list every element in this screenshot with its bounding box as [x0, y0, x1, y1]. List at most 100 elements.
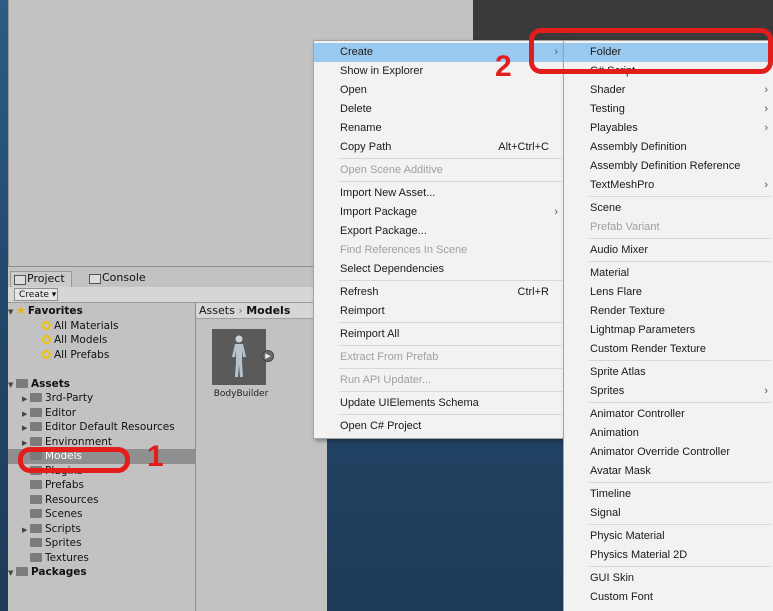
menu-item-reimport[interactable]: Reimport	[314, 302, 564, 321]
menu-item-label: Custom Render Texture	[590, 343, 706, 355]
menu-item-select-dependencies[interactable]: Select Dependencies	[314, 260, 564, 279]
submenu-item-custom-render-texture[interactable]: Custom Render Texture	[564, 340, 773, 359]
menu-item-copy-path[interactable]: Copy Path Alt+Ctrl+C	[314, 138, 564, 157]
search-icon	[42, 320, 51, 330]
submenu-item-assembly-definition[interactable]: Assembly Definition	[564, 138, 773, 157]
expand-arrow-icon[interactable]: ▼	[8, 305, 16, 319]
menu-item-label: Export Package...	[340, 225, 427, 237]
tree-item-label: Packages	[31, 566, 87, 578]
submenu-item-animation[interactable]: Animation	[564, 424, 773, 443]
menu-item-create[interactable]: Create ›	[314, 43, 564, 62]
menu-item-open[interactable]: Open	[314, 81, 564, 100]
menu-item-refresh[interactable]: Refresh Ctrl+R	[314, 283, 564, 302]
expand-arrow-icon[interactable]: ▼	[8, 566, 16, 580]
tree-item-all-prefabs[interactable]: All Prefabs	[8, 348, 195, 363]
tree-item-all-materials[interactable]: All Materials	[8, 319, 195, 334]
menu-separator	[339, 158, 562, 159]
tree-rows: ▼ ★ Favorites All Materials All Models All Pr…	[8, 304, 195, 580]
menu-item-rename[interactable]: Rename	[314, 119, 564, 138]
menu-item-label: Lens Flare	[590, 286, 642, 298]
tree-item-label: All Models	[54, 334, 108, 346]
menu-item-label: Render Texture	[590, 305, 666, 317]
submenu-item-lightmap-parameters[interactable]: Lightmap Parameters	[564, 321, 773, 340]
menu-item-reimport-all[interactable]: Reimport All	[314, 325, 564, 344]
create-submenu: Folder C# Script Shader › Testing › Playables ›…	[563, 40, 773, 611]
menu-item-label: Find References In Scene	[340, 244, 468, 256]
tab-project[interactable]: Project	[10, 271, 72, 287]
submenu-item-physics-material-2d[interactable]: Physics Material 2D	[564, 546, 773, 565]
expand-arrow-icon[interactable]: ▼	[8, 378, 16, 392]
menu-item-label: Physics Material 2D	[590, 549, 688, 561]
tree-item-all-models[interactable]: All Models	[8, 333, 195, 348]
menu-item-show-in-explorer[interactable]: Show in Explorer	[314, 62, 564, 81]
tab-console[interactable]: Console	[86, 271, 156, 287]
menu-separator	[589, 402, 771, 403]
submenu-item-testing[interactable]: Testing ›	[564, 100, 773, 119]
submenu-item-lens-flare[interactable]: Lens Flare	[564, 283, 773, 302]
folder-icon	[30, 509, 42, 518]
submenu-item-gui-skin[interactable]: GUI Skin	[564, 569, 773, 588]
tree-item-resources[interactable]: Resources	[8, 493, 195, 508]
submenu-item-playables[interactable]: Playables ›	[564, 119, 773, 138]
context-menu: Create › Show in Explorer Open Delete Rename C…	[313, 40, 565, 439]
submenu-item-animator-override-controller[interactable]: Animator Override Controller	[564, 443, 773, 462]
pane-divider[interactable]	[195, 303, 196, 611]
annotation-number-step1: 1	[147, 440, 164, 473]
asset-thumbnail[interactable]	[212, 329, 266, 385]
tab-console-label: Console	[102, 271, 146, 284]
submenu-item-animator-controller[interactable]: Animator Controller	[564, 405, 773, 424]
menu-item-export-package[interactable]: Export Package...	[314, 222, 564, 241]
folder-icon	[30, 480, 42, 489]
submenu-item-signal[interactable]: Signal	[564, 504, 773, 523]
collapse-arrow-icon[interactable]: ▶	[22, 392, 30, 406]
star-icon: ★	[16, 304, 26, 317]
menu-item-label: Open Scene Additive	[340, 164, 443, 176]
tree-item-editor-default-resources[interactable]: ▶ Editor Default Resources	[8, 420, 195, 435]
tree-item-prefabs[interactable]: Prefabs	[8, 478, 195, 493]
submenu-item-sprite-atlas[interactable]: Sprite Atlas	[564, 363, 773, 382]
tree-item-scripts[interactable]: ▶ Scripts	[8, 522, 195, 537]
submenu-item-custom-font[interactable]: Custom Font	[564, 588, 773, 607]
submenu-item-material[interactable]: Material	[564, 264, 773, 283]
submenu-item-audio-mixer[interactable]: Audio Mixer	[564, 241, 773, 260]
folder-icon	[30, 393, 42, 402]
tree-item-label: Prefabs	[45, 479, 84, 491]
folder-icon	[30, 538, 42, 547]
tree-item-scenes[interactable]: Scenes	[8, 507, 195, 522]
menu-item-label: Timeline	[590, 488, 632, 500]
collapse-arrow-icon[interactable]: ▶	[22, 421, 30, 435]
submenu-item-render-texture[interactable]: Render Texture	[564, 302, 773, 321]
menu-item-open-c-project[interactable]: Open C# Project	[314, 417, 564, 436]
tree-item-textures[interactable]: Textures	[8, 551, 195, 566]
submenu-item-timeline[interactable]: Timeline	[564, 485, 773, 504]
menu-separator	[339, 414, 562, 415]
submenu-item-sprites[interactable]: Sprites ›	[564, 382, 773, 401]
breadcrumb-current[interactable]: Models	[246, 304, 290, 317]
tree-item-label: Scripts	[45, 522, 81, 535]
tree-item-sprites[interactable]: Sprites	[8, 536, 195, 551]
menu-item-update-uielements-schema[interactable]: Update UIElements Schema	[314, 394, 564, 413]
submenu-item-physic-material[interactable]: Physic Material	[564, 527, 773, 546]
menu-item-import-new-asset[interactable]: Import New Asset...	[314, 184, 564, 203]
chevron-right-icon: ›	[764, 84, 768, 96]
menu-item-shortcut: Ctrl+R	[517, 286, 549, 298]
submenu-item-assembly-definition-reference[interactable]: Assembly Definition Reference	[564, 157, 773, 176]
submenu-item-scene[interactable]: Scene	[564, 199, 773, 218]
menu-item-delete[interactable]: Delete	[314, 100, 564, 119]
breadcrumb-root[interactable]: Assets	[199, 304, 235, 317]
tree-item-editor[interactable]: ▶ Editor	[8, 406, 195, 421]
tree-item-assets[interactable]: ▼ Assets	[8, 377, 195, 392]
submenu-item-shader[interactable]: Shader ›	[564, 81, 773, 100]
tree-item-3rd-party[interactable]: ▶ 3rd-Party	[8, 391, 195, 406]
play-icon[interactable]: ▶	[262, 350, 274, 362]
submenu-item-textmeshpro[interactable]: TextMeshPro ›	[564, 176, 773, 195]
menu-item-label: Prefab Variant	[590, 221, 660, 233]
menu-separator	[589, 566, 771, 567]
collapse-arrow-icon[interactable]: ▶	[22, 523, 30, 537]
tree-item-favorites[interactable]: ▼ ★ Favorites	[8, 304, 195, 319]
create-dropdown[interactable]: Create ▾	[14, 288, 58, 301]
tree-item-packages[interactable]: ▼ Packages	[8, 565, 195, 580]
menu-item-import-package[interactable]: Import Package ›	[314, 203, 564, 222]
submenu-item-avatar-mask[interactable]: Avatar Mask	[564, 462, 773, 481]
collapse-arrow-icon[interactable]: ▶	[22, 407, 30, 421]
